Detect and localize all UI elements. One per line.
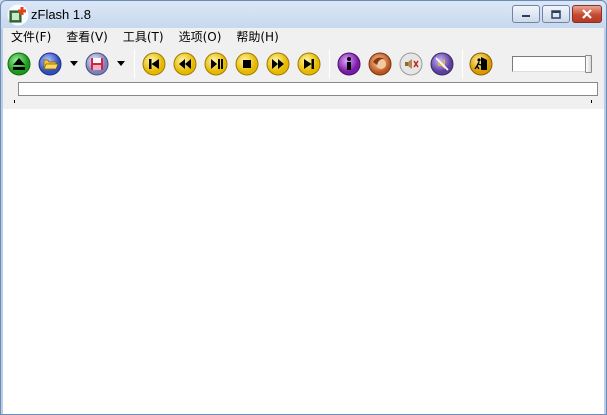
menu-tools[interactable]: 工具(T) (115, 28, 171, 46)
play-pause-button[interactable] (204, 52, 228, 76)
window-title: zFlash 1.8 (31, 7, 91, 22)
skip-to-start-button[interactable] (142, 52, 166, 76)
info-button[interactable] (337, 52, 361, 76)
rewind-button[interactable] (173, 52, 197, 76)
menu-options[interactable]: 选项(O) (171, 28, 229, 46)
close-icon (582, 9, 592, 19)
save-button[interactable] (85, 52, 109, 76)
app-window: zFlash 1.8 文件(F) 查看(V) 工具(T) 选项(O) 帮助(H) (0, 0, 607, 415)
zflash-app-icon (7, 4, 29, 26)
menu-bar: 文件(F) 查看(V) 工具(T) 选项(O) 帮助(H) (3, 28, 604, 46)
menu-file[interactable]: 文件(F) (3, 28, 58, 46)
toolbar-separator (329, 50, 330, 78)
stop-button[interactable] (235, 52, 259, 76)
minimize-button[interactable] (512, 5, 540, 23)
save-dropdown-arrow[interactable] (117, 61, 125, 66)
minimize-icon (522, 15, 530, 17)
exit-button[interactable] (469, 52, 493, 76)
fast-forward-button[interactable] (266, 52, 290, 76)
seek-bar[interactable] (18, 82, 598, 96)
save-disk-icon (91, 58, 103, 70)
maximize-icon (551, 9, 561, 19)
maximize-button[interactable] (542, 5, 570, 23)
menu-help[interactable]: 帮助(H) (228, 28, 285, 46)
skip-to-end-button[interactable] (297, 52, 321, 76)
no-sound-button[interactable] (430, 52, 454, 76)
close-button[interactable] (572, 5, 602, 23)
toolbar-separator (462, 50, 463, 78)
seek-tick-start (14, 100, 15, 103)
stop-icon (243, 60, 251, 68)
volume-slider-thumb[interactable] (585, 55, 592, 73)
toolbar (3, 46, 604, 82)
seek-area (3, 82, 604, 109)
eject-button[interactable] (7, 52, 31, 76)
menu-view[interactable]: 查看(V) (58, 28, 115, 46)
title-bar[interactable]: zFlash 1.8 (1, 1, 606, 29)
seek-tick-end (591, 100, 592, 103)
toolbar-separator (134, 50, 135, 78)
mute-button[interactable] (399, 52, 423, 76)
info-icon (347, 57, 351, 70)
open-dropdown-arrow[interactable] (70, 61, 78, 66)
open-button[interactable] (38, 52, 62, 76)
volume-slider-track[interactable] (512, 56, 592, 72)
face-button[interactable] (368, 52, 392, 76)
player-canvas[interactable] (3, 109, 604, 414)
